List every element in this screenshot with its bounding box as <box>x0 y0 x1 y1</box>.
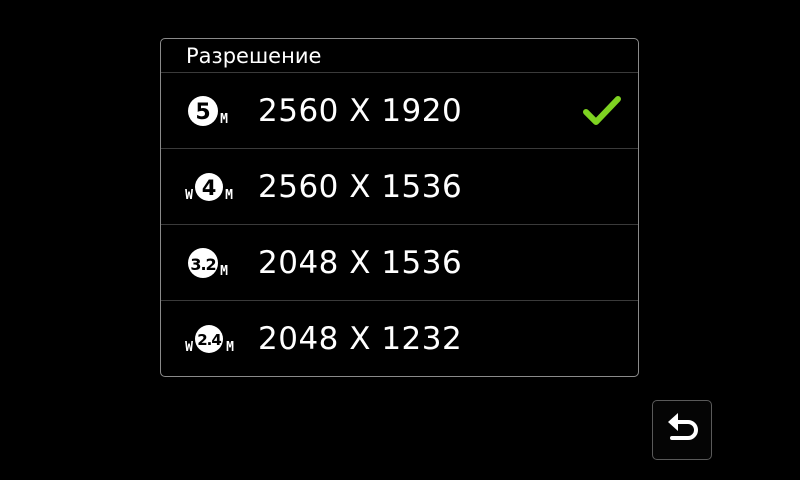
checkmark-icon <box>583 95 621 125</box>
resolution-label: 2560 X 1536 <box>258 168 463 205</box>
w4m-resolution-icon: W 4 M <box>185 172 233 203</box>
svg-text:2.4: 2.4 <box>197 331 221 349</box>
resolution-option-list: 5 M 2560 X 1920 W 4 M 2560 X 1536 3.2 M … <box>161 73 638 377</box>
svg-text:M: M <box>225 188 233 203</box>
resolution-label: 2048 X 1232 <box>258 321 463 357</box>
svg-text:3.2: 3.2 <box>190 255 215 274</box>
dialog-title: Разрешение <box>161 39 638 73</box>
resolution-option-2048x1232[interactable]: W 2.4 M 2048 X 1232 <box>161 301 638 377</box>
back-arrow-icon <box>668 413 698 440</box>
svg-text:M: M <box>220 264 228 279</box>
resolution-label: 2560 X 1920 <box>258 92 463 129</box>
svg-text:5: 5 <box>195 100 210 125</box>
resolution-option-2048x1536[interactable]: 3.2 M 2048 X 1536 <box>161 225 638 301</box>
svg-text:W: W <box>185 188 193 203</box>
svg-text:M: M <box>226 340 234 355</box>
svg-text:4: 4 <box>202 176 217 200</box>
back-button[interactable] <box>652 400 712 460</box>
3.2m-resolution-icon: 3.2 M <box>188 247 228 279</box>
w2.4m-resolution-icon: W 2.4 M <box>185 325 234 355</box>
resolution-option-2560x1536[interactable]: W 4 M 2560 X 1536 <box>161 149 638 225</box>
screen: Разрешение 5 M 2560 X 1920 W 4 M 2560 X … <box>0 0 800 480</box>
resolution-label: 2048 X 1536 <box>258 244 463 281</box>
resolution-option-2560x1920[interactable]: 5 M 2560 X 1920 <box>161 73 638 149</box>
resolution-dialog: Разрешение 5 M 2560 X 1920 W 4 M 2560 X … <box>160 38 639 377</box>
svg-text:M: M <box>220 112 228 127</box>
5m-resolution-icon: 5 M <box>188 95 228 127</box>
svg-text:W: W <box>185 340 193 355</box>
